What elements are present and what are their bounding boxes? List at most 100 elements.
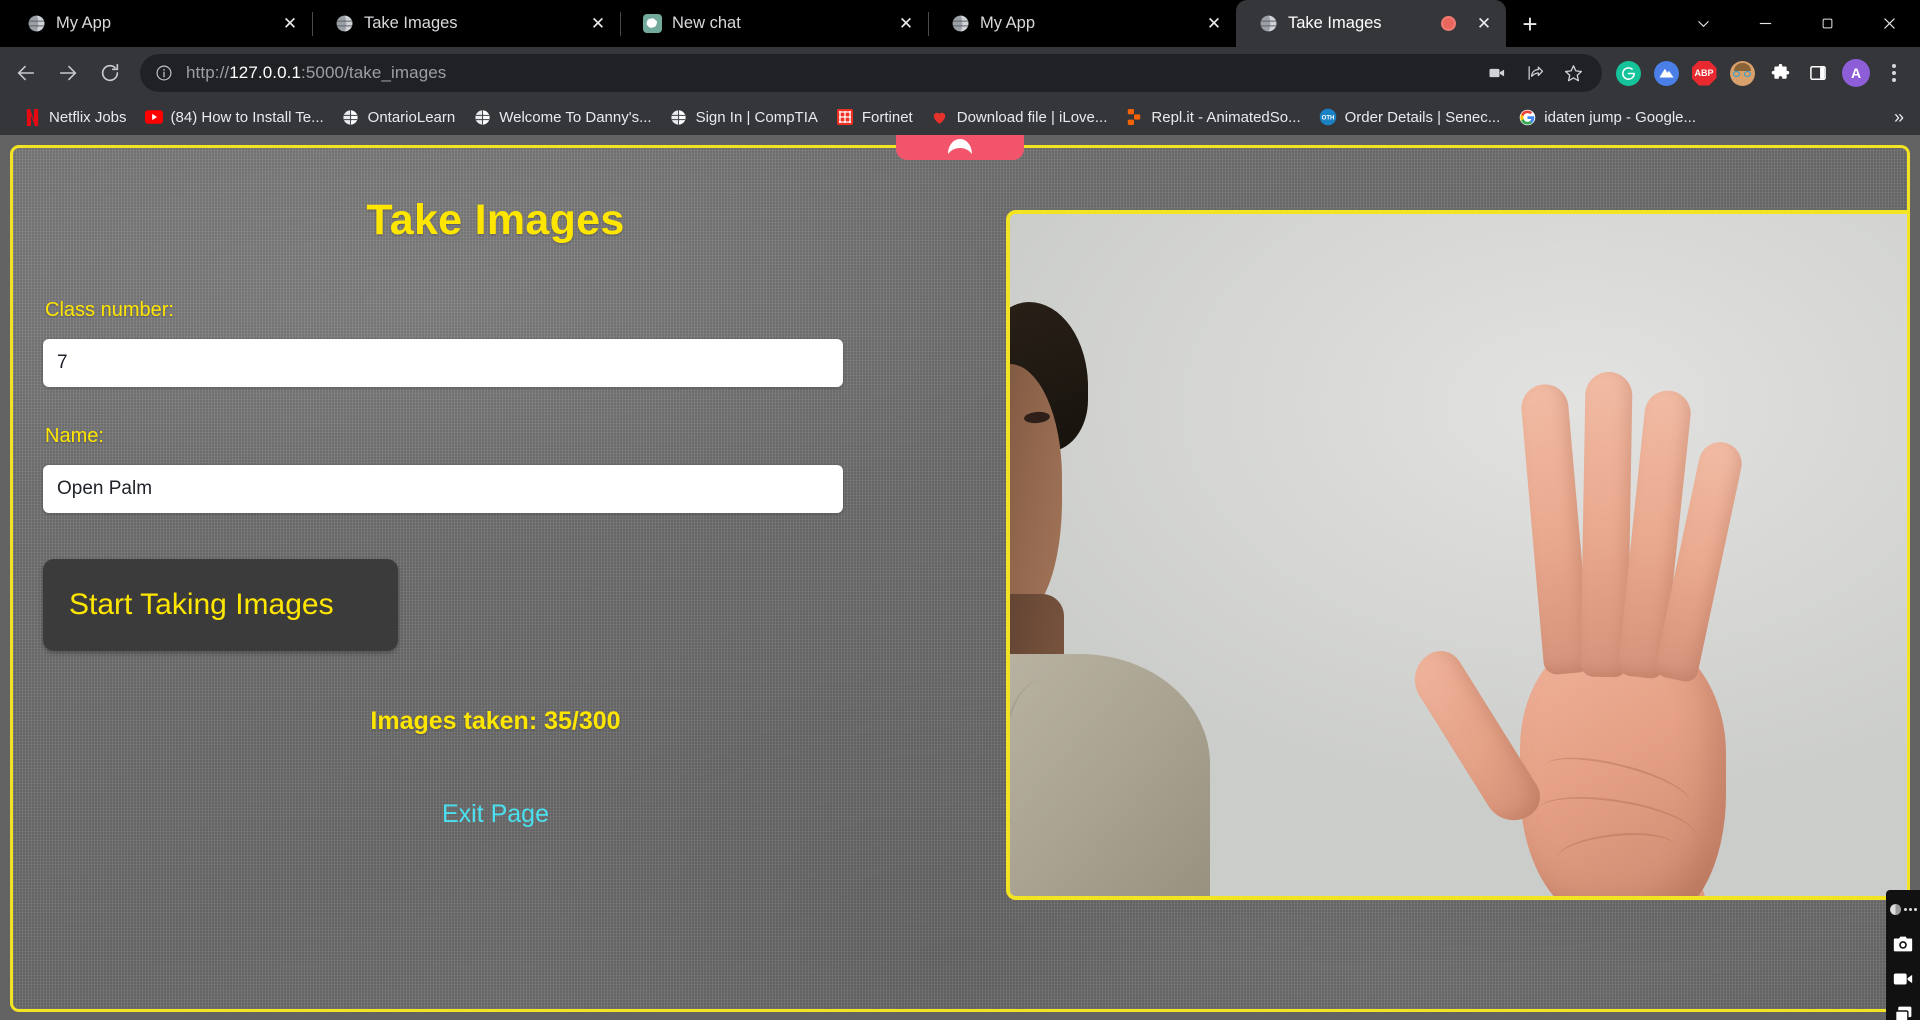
bookmarks-bar: Netflix Jobs (84) How to Install Te... O… xyxy=(0,99,1920,135)
forward-arrow-icon[interactable] xyxy=(48,53,88,93)
honey-extension-icon[interactable] xyxy=(1726,57,1758,89)
browser-tab-4[interactable]: My App ✕ xyxy=(928,0,1236,47)
tab-recording-indicator-icon[interactable] xyxy=(1441,16,1456,31)
bookmark-label: Repl.it - AnimatedSo... xyxy=(1151,108,1301,126)
bookmark-welcome-to-dannys[interactable]: Welcome To Danny's... xyxy=(464,104,660,130)
webcam-preview[interactable] xyxy=(1006,210,1907,900)
start-taking-images-button[interactable]: Start Taking Images xyxy=(43,559,398,651)
bookmark-label: Sign In | CompTIA xyxy=(695,108,818,126)
youtube-icon xyxy=(144,108,163,126)
browser-window: My App ✕ Take Images ✕ New chat ✕ My App… xyxy=(0,0,1920,1020)
recorder-logo-icon[interactable] xyxy=(1890,896,1917,922)
bookmark-download-file-ilovepdf[interactable]: Download file | iLove... xyxy=(922,104,1117,130)
tab-title: Take Images xyxy=(364,14,458,32)
tab-title: New chat xyxy=(672,14,741,32)
extensions-puzzle-icon[interactable] xyxy=(1764,57,1796,89)
globe-icon xyxy=(473,108,491,126)
tab-close-button[interactable]: ✕ xyxy=(894,12,918,36)
bookmark-label: Welcome To Danny's... xyxy=(499,108,652,126)
record-video-icon[interactable] xyxy=(1890,966,1916,992)
browser-tab-3[interactable]: New chat ✕ xyxy=(620,0,928,47)
address-bar-url: http://127.0.0.1:5000/take_images xyxy=(186,63,447,82)
bookmark-label: Download file | iLove... xyxy=(956,108,1108,126)
adblock-plus-extension-icon[interactable]: ABP xyxy=(1688,57,1720,89)
chevron-down-icon[interactable] xyxy=(1672,0,1734,47)
tab-close-button[interactable]: ✕ xyxy=(586,12,610,36)
bookmark-sign-in-comptia[interactable]: Sign In | CompTIA xyxy=(661,104,827,130)
tab-title: My App xyxy=(56,14,112,32)
bookmark-netflix-jobs[interactable]: Netflix Jobs xyxy=(14,104,136,130)
bookmark-how-to-install[interactable]: (84) How to Install Te... xyxy=(136,104,333,130)
nordvpn-toast[interactable] xyxy=(896,135,1024,160)
open-palm-hand xyxy=(1402,364,1822,896)
bookmarks-overflow-button[interactable]: » xyxy=(1884,107,1914,128)
globe-icon xyxy=(26,14,46,34)
web-page-content: Take Images Class number: Name: Start Ta… xyxy=(10,145,1910,1012)
browser-tab-1[interactable]: My App ✕ xyxy=(4,0,312,47)
bookmark-idaten-jump-google[interactable]: idaten jump - Google... xyxy=(1509,104,1705,130)
bookmark-label: OntarioLearn xyxy=(367,108,456,126)
nordvpn-mountain-icon xyxy=(947,137,973,155)
bookmark-label: idaten jump - Google... xyxy=(1544,108,1697,126)
globe-icon xyxy=(342,108,360,126)
close-icon[interactable] xyxy=(1858,0,1920,47)
fortinet-icon xyxy=(836,108,854,126)
name-input[interactable] xyxy=(43,465,843,513)
nordvpn-extension-icon[interactable] xyxy=(1650,57,1682,89)
bookmark-label: (84) How to Install Te... xyxy=(170,108,324,126)
svg-text:OTH: OTH xyxy=(1321,116,1334,122)
window-controls xyxy=(1672,0,1920,47)
tab-strip: My App ✕ Take Images ✕ New chat ✕ My App… xyxy=(0,0,1920,47)
globe-icon xyxy=(670,108,688,126)
omnibox-actions xyxy=(1482,58,1588,88)
bookmark-star-icon[interactable] xyxy=(1558,58,1588,88)
globe-icon xyxy=(1258,14,1278,34)
screen-recorder-toolbar[interactable] xyxy=(1886,890,1920,1020)
exit-page-link[interactable]: Exit Page xyxy=(43,800,948,829)
bookmark-ontariolearn[interactable]: OntarioLearn xyxy=(333,104,465,130)
share-icon[interactable] xyxy=(1520,58,1550,88)
class-number-input[interactable] xyxy=(43,339,843,387)
grammarly-extension-icon[interactable] xyxy=(1612,57,1644,89)
class-number-label: Class number: xyxy=(45,299,174,321)
oth-icon: OTH xyxy=(1319,108,1337,126)
video-camera-icon[interactable] xyxy=(1482,58,1512,88)
capture-window-icon[interactable] xyxy=(1890,1001,1916,1020)
bookmark-replit[interactable]: Repl.it - AnimatedSo... xyxy=(1116,104,1309,130)
profile-avatar[interactable]: A xyxy=(1840,57,1872,89)
screenshot-camera-icon[interactable] xyxy=(1890,931,1916,957)
minimize-icon[interactable] xyxy=(1734,0,1796,47)
bookmark-label: Netflix Jobs xyxy=(49,108,127,126)
bookmark-label: Fortinet xyxy=(861,108,913,126)
ilovepdf-heart-icon xyxy=(931,108,949,126)
netflix-icon xyxy=(23,108,41,126)
browser-tab-2[interactable]: Take Images ✕ xyxy=(312,0,620,47)
page-title: Take Images xyxy=(366,196,625,244)
reload-icon[interactable] xyxy=(90,53,130,93)
replit-icon xyxy=(1125,108,1143,126)
tab-title: My App xyxy=(980,14,1036,32)
google-icon xyxy=(1518,108,1536,126)
openai-icon xyxy=(642,14,662,34)
globe-icon xyxy=(334,14,354,34)
bookmark-order-details-seneca[interactable]: OTH Order Details | Senec... xyxy=(1310,104,1510,130)
info-circle-icon[interactable] xyxy=(154,63,174,83)
maximize-icon[interactable] xyxy=(1796,0,1858,47)
globe-icon xyxy=(950,14,970,34)
tab-title: Take Images xyxy=(1288,14,1382,32)
tab-close-button[interactable]: ✕ xyxy=(278,12,302,36)
form-column: Take Images Class number: Name: Start Ta… xyxy=(13,148,1023,1009)
address-bar[interactable]: http://127.0.0.1:5000/take_images xyxy=(140,54,1602,92)
extensions-toolbar: ABP A xyxy=(1612,57,1910,89)
bookmark-fortinet[interactable]: Fortinet xyxy=(827,104,922,130)
navigation-toolbar: http://127.0.0.1:5000/take_images ABP A xyxy=(0,47,1920,99)
browser-tab-5-active[interactable]: Take Images ✕ xyxy=(1236,0,1506,47)
side-panel-icon[interactable] xyxy=(1802,57,1834,89)
tab-close-button[interactable]: ✕ xyxy=(1472,12,1496,36)
name-label: Name: xyxy=(45,425,104,447)
page-viewport: Take Images Class number: Name: Start Ta… xyxy=(0,135,1920,1020)
new-tab-button[interactable]: + xyxy=(1510,4,1550,44)
tab-close-button[interactable]: ✕ xyxy=(1202,12,1226,36)
chrome-menu-icon[interactable] xyxy=(1878,57,1910,89)
back-arrow-icon[interactable] xyxy=(6,53,46,93)
